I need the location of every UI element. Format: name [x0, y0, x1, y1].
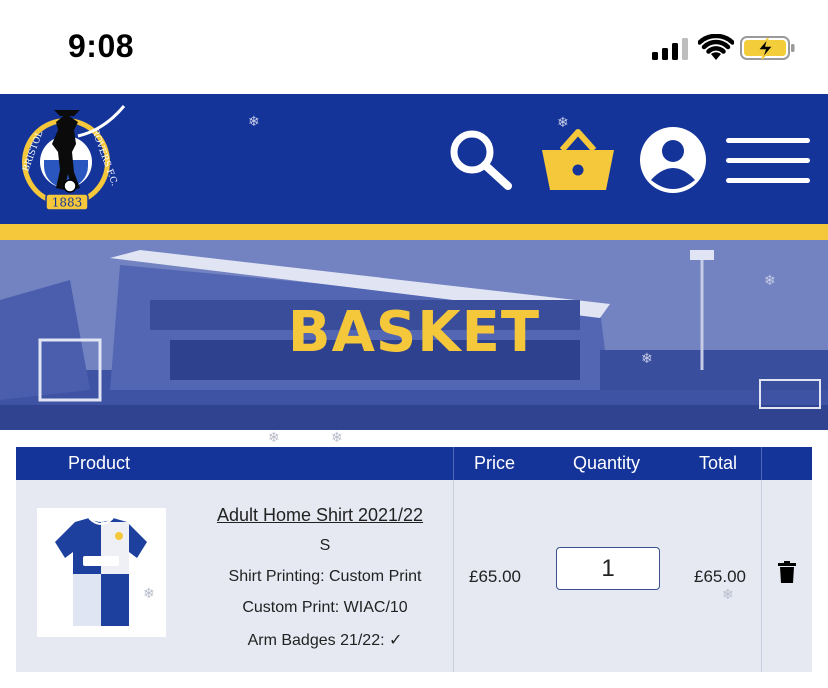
item-total: £65.00	[694, 567, 746, 586]
column-header-product: Product	[68, 453, 131, 473]
column-divider	[761, 480, 762, 672]
product-printing: Shirt Printing: Custom Print	[228, 568, 422, 585]
column-divider	[761, 447, 762, 480]
snowflake-icon: ❄	[143, 586, 155, 602]
status-time: 9:08	[68, 28, 135, 64]
product-custom-print: Custom Print: WIAC/10	[242, 599, 408, 616]
club-logo[interactable]: 1883 BRISTOL ROVERS F.C.	[14, 100, 132, 216]
wifi-icon	[698, 34, 734, 60]
menu-icon[interactable]	[726, 136, 810, 186]
column-divider	[453, 447, 454, 480]
product-name-link[interactable]: Adult Home Shirt 2021/22	[190, 505, 450, 526]
snowflake-icon: ❄	[248, 114, 260, 130]
column-header-total: Total	[699, 453, 738, 473]
trash-icon[interactable]	[778, 561, 796, 583]
quantity-input[interactable]	[556, 547, 660, 590]
logo-year: 1883	[52, 196, 83, 210]
snowflake-icon: ❄	[557, 115, 569, 131]
search-icon[interactable]	[448, 128, 514, 190]
snowflake-icon: ❄	[268, 430, 280, 446]
snowflake-icon: ❄	[331, 430, 343, 446]
snowflake-icon: ❄	[722, 587, 734, 603]
status-bar: 9:08	[0, 0, 828, 94]
product-image[interactable]	[37, 508, 166, 637]
battery-charging-icon	[740, 36, 795, 60]
product-size: S	[319, 537, 331, 554]
snowflake-icon: ❄	[641, 351, 653, 367]
product-arm-badges: Arm Badges 21/22: ✓	[247, 632, 403, 649]
basket-icon[interactable]	[540, 126, 616, 192]
header-stripe	[0, 224, 828, 240]
page-title: BASKET	[287, 300, 541, 365]
account-icon[interactable]	[638, 126, 708, 194]
cellular-signal-icon	[652, 38, 688, 60]
column-header-quantity: Quantity	[573, 453, 641, 473]
item-price: £65.00	[469, 567, 521, 586]
snowflake-icon: ❄	[764, 273, 776, 289]
basket-table-header: Product Price Quantity Total	[16, 447, 812, 480]
column-header-price: Price	[474, 453, 516, 473]
